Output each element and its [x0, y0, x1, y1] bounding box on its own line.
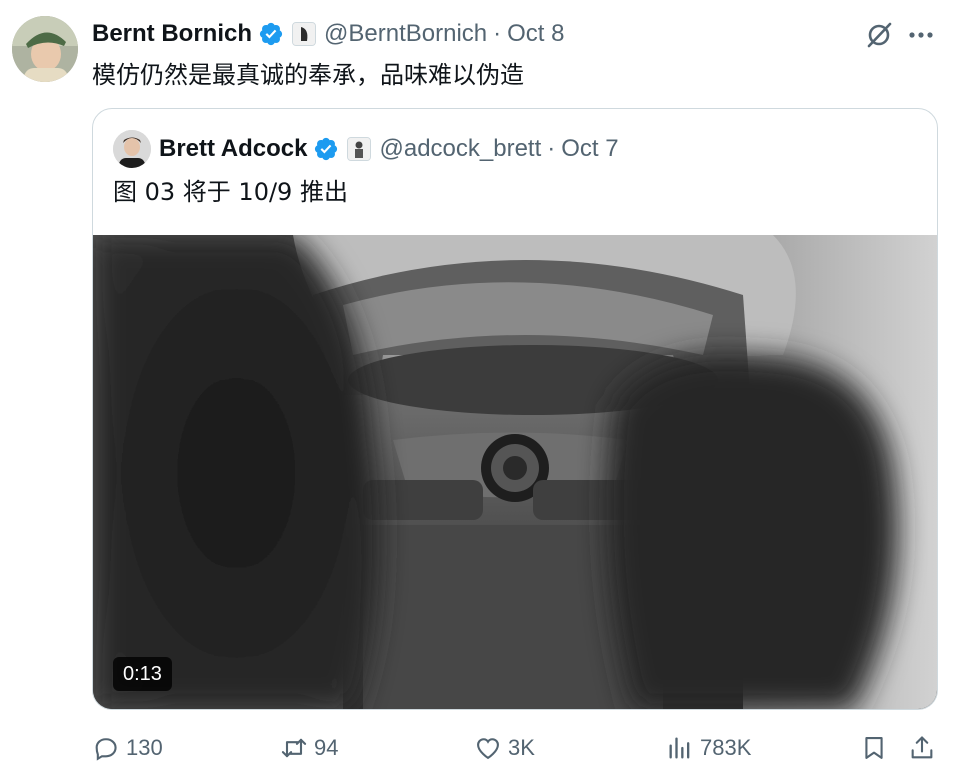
repost-button[interactable]: 94 [280, 730, 338, 766]
reply-count: 130 [126, 735, 163, 760]
author-handle[interactable]: @BerntBornich [324, 20, 487, 48]
affiliate-badge-icon[interactable] [347, 137, 372, 161]
video-player[interactable]: 0:13 [93, 235, 937, 709]
quoted-author-handle[interactable]: @adcock_brett [379, 135, 541, 163]
action-bar: 130 94 3K 783K [92, 730, 938, 766]
grok-icon[interactable] [864, 20, 894, 50]
video-duration: 0:13 [113, 657, 172, 691]
separator: · [493, 20, 502, 47]
like-count: 3K [508, 735, 535, 760]
quoted-post-date[interactable]: Oct 7 [561, 135, 618, 163]
like-button[interactable]: 3K [474, 730, 535, 766]
views-count: 783K [700, 735, 752, 760]
repost-icon [281, 738, 307, 758]
quoted-author-avatar[interactable] [113, 130, 151, 168]
like-icon [477, 738, 499, 760]
bookmark-button[interactable] [860, 730, 894, 766]
share-button[interactable] [908, 730, 942, 766]
share-icon [911, 736, 933, 759]
verified-badge-icon[interactable] [313, 136, 339, 162]
verified-badge-icon[interactable] [258, 21, 284, 47]
post-date[interactable]: Oct 8 [507, 20, 564, 48]
author-avatar[interactable] [12, 16, 78, 82]
more-icon[interactable] [906, 20, 936, 50]
affiliate-badge-icon[interactable] [292, 22, 317, 46]
bookmark-icon [865, 737, 883, 759]
author-name[interactable]: Bernt Bornich [92, 20, 252, 48]
views-button[interactable]: 783K [666, 730, 751, 766]
reply-button[interactable]: 130 [92, 730, 163, 766]
reply-icon [95, 738, 117, 761]
video-frame [93, 235, 937, 709]
repost-count: 94 [314, 735, 339, 760]
quoted-author-name[interactable]: Brett Adcock [159, 135, 307, 163]
quoted-post[interactable]: Brett Adcock @adcock_brett · Oct 7 图 03 … [92, 108, 938, 710]
quoted-post-header: Brett Adcock @adcock_brett · Oct 7 [113, 129, 619, 169]
post-header: Bernt Bornich @BerntBornich · Oct 8 [92, 18, 564, 50]
views-icon [669, 737, 690, 759]
quoted-post-text: 图 03 将于 10/9 推出 [113, 178, 348, 206]
post-text: 模仿仍然是最真诚的奉承，品味难以伪造 [92, 61, 524, 89]
separator: · [547, 135, 556, 162]
